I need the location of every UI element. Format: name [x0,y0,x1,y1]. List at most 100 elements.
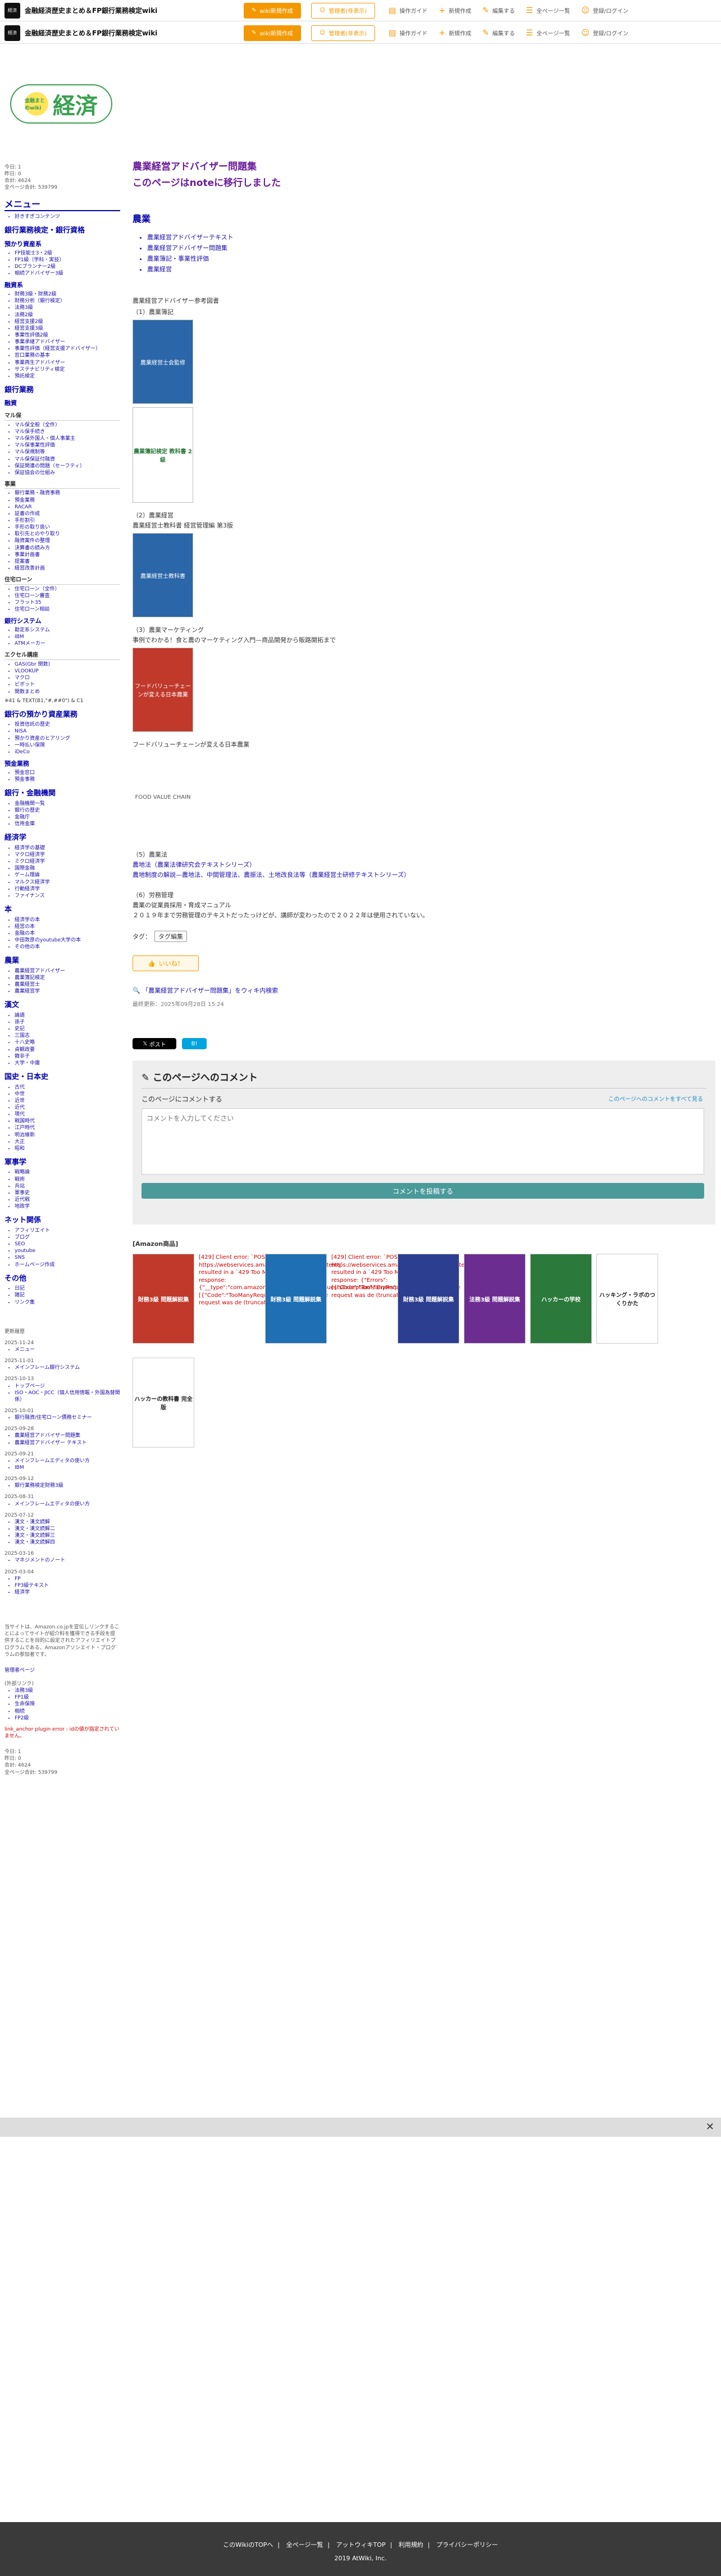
sidebar-link[interactable]: 明治維新 [15,1132,120,1139]
sidebar-link[interactable]: マル保全般（全件） [15,422,120,429]
book-cover-2[interactable]: 農業簿記検定 教科書 2級 [133,407,193,503]
sidebar-link[interactable]: 三国志 [15,1032,120,1039]
site-title[interactable]: 金融経済歴史まとめ＆FP銀行業務検定wiki [25,6,227,15]
sidebar-link[interactable]: 古代 [15,1084,120,1091]
history-link[interactable]: トップページ [15,1383,120,1390]
sidebar-link[interactable]: 財務分析（銀行検定） [15,298,120,304]
sidebar-link[interactable]: 手形の取り扱い [15,524,120,531]
amazon-product[interactable]: 財務3級 問題解説集 [133,1254,197,1349]
hatena-bookmark-button[interactable]: B! [182,1038,207,1049]
sidebar-link[interactable]: 銀行の歴史 [15,807,120,814]
amazon-product[interactable]: 法務3級 問題解説集 [464,1254,528,1349]
toc-item[interactable]: 農業経営アドバイザーテキスト [147,233,715,242]
sidebar-link[interactable]: その他の本 [15,944,120,950]
sidebar-link[interactable]: 経営改善計画 [15,565,120,572]
sidebar-link[interactable]: 行動経済学 [15,886,120,893]
sidebar-link[interactable]: 兵站 [15,1183,120,1190]
sidebar-link[interactable]: 金融の本 [15,930,120,937]
amazon-error[interactable]: [429] Client error: `POST https://webser… [331,1254,476,1349]
sidebar-link[interactable]: GAS(Gbr 関数) [15,661,120,668]
sidebar-link[interactable]: 預金業務 [15,497,120,504]
history-link[interactable]: 農業経営アドバイザー テキスト [15,1440,120,1446]
sidebar-link[interactable]: 事業計画書 [15,552,120,558]
wiki-logo[interactable]: 金融まとめwiki 経済 [10,84,112,124]
sidebar-link[interactable]: SNS [15,1254,120,1261]
book-cover-5[interactable]: FOOD VALUE CHAIN [133,752,193,842]
sidebar-link[interactable]: 住宅ローン（全件） [15,586,120,593]
footer-link[interactable]: 利用規約 [399,2541,423,2548]
sidebar-link[interactable]: 経済学の基礎 [15,845,120,852]
sidebar-link[interactable]: 論語 [15,1012,120,1019]
sidebar-link[interactable]: 事業性評価2級 [15,332,120,339]
toc-item[interactable]: 農業簿記・事業性評価 [147,254,715,263]
toc-item[interactable]: 農業経営 [147,265,715,274]
sidebar-link[interactable]: マル保保証付融資 [15,456,120,463]
sidebar-link[interactable]: 農業簿記検定 [15,975,120,981]
sidebar-link[interactable]: リンク集 [15,1299,120,1306]
comment-post-button[interactable]: コメントを投稿する [142,1183,704,1199]
sidebar-link[interactable]: ブログ [15,1234,120,1241]
history-link[interactable]: メニュー [15,1346,120,1353]
footer-link[interactable]: プライバシーポリシー [436,2541,498,2548]
history-link[interactable]: IBM [15,1464,120,1471]
sidebar-link[interactable]: 経済学の本 [15,917,120,923]
sidebar-link[interactable]: 国際金融 [15,865,120,872]
sidebar-link[interactable]: マル保手続き [15,429,120,435]
sidebar-link[interactable]: 保証関連の問題（セーフティ） [15,463,120,470]
login-menu[interactable]: ☺ 登録/ログイン [581,6,628,15]
edit-menu[interactable]: ✎ 編集する [482,29,515,38]
history-link[interactable]: ISO・AOC・JICC（個人信用情報・外国為替関係） [15,1390,120,1403]
sub-desc-5[interactable]: 農地法（農業法律研究会テキストシリーズ） [133,860,715,869]
history-link[interactable]: 漢文・漢文読解四 [15,1539,120,1546]
sidebar-link[interactable]: 貞観政要 [15,1046,120,1053]
sidebar-link[interactable]: 昭和 [15,1145,120,1152]
sidebar-link[interactable]: 経営の本 [15,923,120,930]
sidebar-link[interactable]: DCプランナー2級 [15,263,120,270]
amazon-product[interactable]: 財務3級 問題解説集 [265,1254,329,1349]
history-link[interactable]: 漢文・漢文読解二 [15,1526,120,1532]
sidebar-link[interactable]: 金融機関一覧 [15,800,120,807]
sidebar-link[interactable]: 戦略論 [15,1169,120,1176]
sidebar-link[interactable]: ファイナンス [15,893,120,899]
guide-menu[interactable]: ▤ 操作ガイド [389,29,427,38]
sidebar-link[interactable]: FP技能士3・2級 [15,250,120,257]
history-link[interactable]: 漢文・漢文読解 [15,1519,120,1526]
sidebar-link[interactable]: 好きすぎコンテンツ [15,213,120,220]
sidebar-link[interactable]: 証書の作成 [15,511,120,517]
sidebar-link[interactable]: SEO [15,1241,120,1248]
sidebar-link[interactable]: 近代戦 [15,1196,120,1203]
sidebar-link[interactable]: 相続アドバイザー3級 [15,270,120,277]
sidebar-link[interactable]: 預託検定 [15,373,120,380]
wiki-create-button[interactable]: ✎ wiki新規作成 [244,25,301,41]
sidebar-link[interactable]: 銀行業務・融資事務 [15,490,120,497]
sidebar-link[interactable]: 法務3級 [15,1687,120,1694]
footer-link[interactable]: このWikiのTOPへ [223,2541,273,2548]
sidebar-link[interactable]: 戦国時代 [15,1118,120,1125]
sidebar-link[interactable]: 事業再生アドバイザー [15,359,120,366]
sidebar-link[interactable]: 韓非子 [15,1053,120,1060]
new-page-menu[interactable]: + 新規作成 [439,6,471,15]
admin-button[interactable]: ☺ 管理者(非表示) [311,2,376,19]
close-icon[interactable]: ✕ [706,2121,714,2133]
sidebar-link[interactable]: IBM [15,634,120,640]
sidebar-link[interactable]: 中田敦彦のyoutube大学の本 [15,937,120,944]
sidebar-link[interactable]: 戦術 [15,1176,120,1183]
history-link[interactable]: メインフレームエディタの使い方 [15,1458,120,1464]
sidebar-link[interactable]: 孫子 [15,1019,120,1026]
sidebar-link[interactable]: マクロ経済学 [15,852,120,858]
book-cover-3[interactable]: 農業経営士教科書 [133,533,193,617]
history-link[interactable]: マネジメントのノート [15,1557,120,1564]
wiki-search-link[interactable]: 🔍 「農業経営アドバイザー問題集」をウィキ内検索 [133,986,715,995]
sidebar-link[interactable]: 手形割引 [15,517,120,524]
footer-link[interactable]: アットウィキTOP [336,2541,386,2548]
wiki-create-button[interactable]: ✎ wiki新規作成 [244,2,301,19]
site-title[interactable]: 金融経済歴史まとめ＆FP銀行業務検定wiki [25,28,227,38]
sidebar-link[interactable]: iDeCo [15,749,120,755]
sidebar-link[interactable]: 投資信託の歴史 [15,721,120,728]
sidebar-link[interactable]: 近世 [15,1098,120,1104]
sidebar-link[interactable]: 生命保険 [15,1701,120,1708]
sidebar-link[interactable]: フラット35 [15,599,120,606]
sidebar-link[interactable]: 財務3級・財務2級 [15,291,120,298]
history-link[interactable]: FP3級テキスト [15,1582,120,1589]
history-link[interactable]: 漢文・漢文読解三 [15,1532,120,1539]
